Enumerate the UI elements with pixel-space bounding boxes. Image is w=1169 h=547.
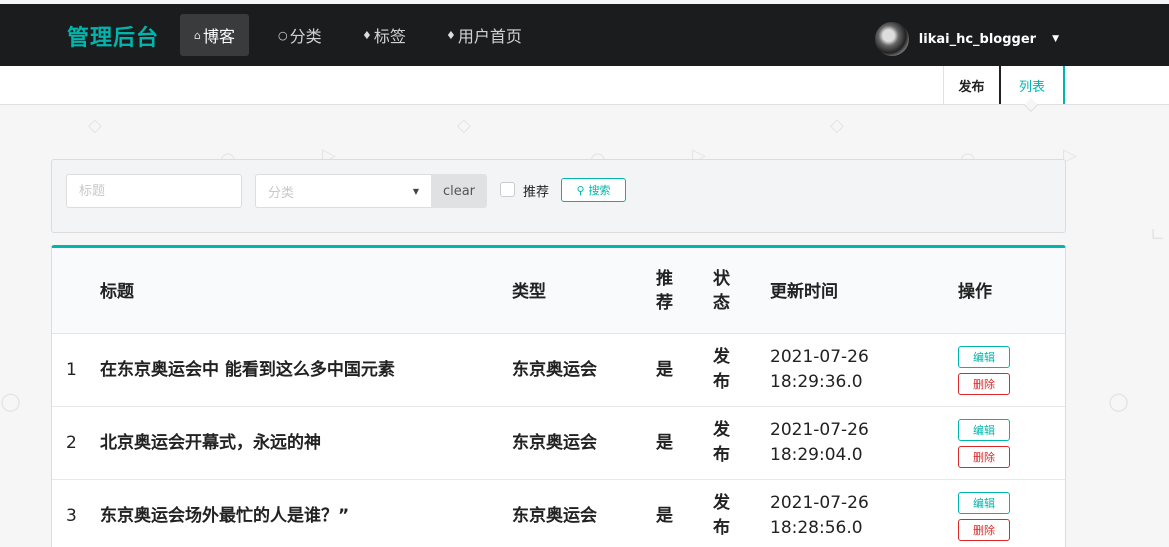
username: likai_hc_blogger [918,31,1037,47]
search-icon: ⚲ [576,183,585,197]
delete-button[interactable]: 删除 [958,373,1010,395]
header-type: 类型 [512,282,546,302]
header-recommend: 推荐 [656,269,673,313]
table-row: 2 北京奥运会开幕式，永远的神 东京奥运会 是 发布 2021-07-26 18… [52,407,1065,480]
row-title: 北京奥运会开幕式，永远的神 [100,433,321,453]
row-type: 东京奥运会 [512,360,597,380]
header-status: 状态 [713,269,730,313]
table-row: 1 在东京奥运会中 能看到这么多中国元素 东京奥运会 是 发布 2021-07-… [52,334,1065,407]
clear-button[interactable]: clear [431,174,487,208]
table-header: 标题 类型 推荐 状态 更新时间 操作 [52,248,1065,334]
nav-item-category-label: 分类 [289,27,322,46]
delete-button[interactable]: 删除 [958,519,1010,541]
title-search-input[interactable] [66,174,242,208]
home-icon: ⌂ [194,28,201,42]
search-button[interactable]: ⚲ 搜索 [561,178,626,202]
recommend-label: 推荐 [523,185,550,200]
row-status: 发布 [713,347,730,392]
category-placeholder: 分类 [268,185,295,201]
nav-item-user-home[interactable]: ♦ 用户首页 [432,14,536,56]
tags-icon: ♦ [446,28,456,42]
top-nav: 管理后台 ⌂ 博客 ○ 分类 ♦ 标签 ♦ 用户首页 likai_hc_blog… [0,4,1169,66]
tab-publish[interactable]: 发布 [943,66,1001,104]
sub-nav: 发布 列表 [0,66,1169,105]
row-type: 东京奥运会 [512,433,597,453]
row-date: 2021-07-26 [770,420,869,440]
row-date: 2021-07-26 [770,493,869,513]
nav-item-tags-label: 标签 [373,27,406,46]
delete-button[interactable]: 删除 [958,446,1010,468]
user-menu[interactable]: likai_hc_blogger ▼ [874,22,1059,56]
row-recommend: 是 [656,506,673,526]
table-row: 3 东京奥运会场外最忙的人是谁？” 东京奥运会 是 发布 2021-07-26 … [52,480,1065,547]
row-time: 18:29:04.0 [770,445,863,465]
caret-down-icon: ▼ [1052,34,1059,44]
row-number: 3 [66,506,77,526]
row-title: 东京奥运会场外最忙的人是谁？” [100,506,350,526]
nav-item-blog-label: 博客 [202,27,235,46]
row-date: 2021-07-26 [770,347,869,367]
avatar [874,22,909,56]
tab-list[interactable]: 列表 [1001,66,1065,104]
row-time: 18:28:56.0 [770,518,863,538]
filter-panel: 分类 ▼ clear 推荐 ⚲ 搜索 [51,159,1066,233]
header-updated: 更新时间 [770,282,838,302]
lightbulb-icon: ○ [278,28,288,42]
row-status: 发布 [713,420,730,465]
row-status: 发布 [713,493,730,538]
edit-button[interactable]: 编辑 [958,492,1010,514]
dropdown-icon: ▼ [412,186,419,196]
category-dropdown[interactable]: 分类 ▼ [255,174,431,208]
row-number: 2 [66,433,77,453]
blog-table: 标题 类型 推荐 状态 更新时间 操作 1 在东京奥运会中 能看到这么多中国元素… [51,245,1066,547]
nav-item-category[interactable]: ○ 分类 [264,14,336,56]
row-recommend: 是 [656,360,673,380]
recommend-checkbox[interactable] [500,182,515,197]
search-button-label: 搜索 [588,184,611,197]
brand-logo[interactable]: 管理后台 [67,20,159,52]
row-number: 1 [66,360,77,380]
row-type: 东京奥运会 [512,506,597,526]
header-actions: 操作 [958,282,992,302]
row-title: 在东京奥运会中 能看到这么多中国元素 [100,360,395,380]
row-time: 18:29:36.0 [770,372,863,392]
nav-item-user-home-label: 用户首页 [457,27,522,46]
edit-button[interactable]: 编辑 [958,419,1010,441]
nav-item-blog[interactable]: ⌂ 博客 [180,14,249,56]
edit-button[interactable]: 编辑 [958,346,1010,368]
header-title: 标题 [100,282,134,302]
nav-item-tags[interactable]: ♦ 标签 [348,14,420,56]
row-recommend: 是 [656,433,673,453]
tags-icon: ♦ [362,28,372,42]
